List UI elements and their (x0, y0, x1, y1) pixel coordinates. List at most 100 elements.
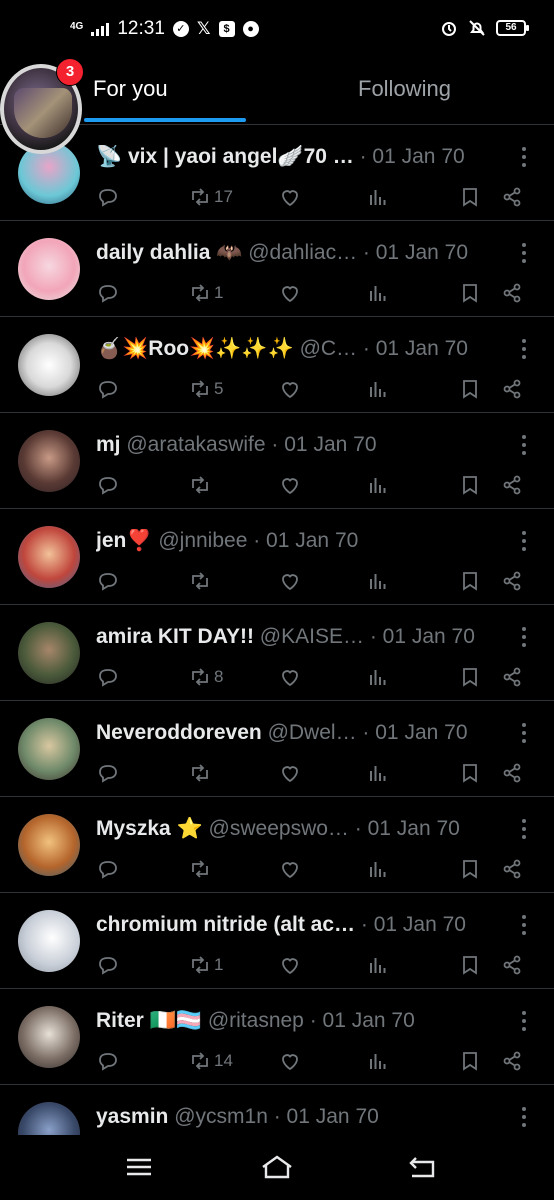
display-name[interactable]: daily dahlia 🦇 (96, 241, 242, 264)
reply-icon[interactable] (96, 185, 120, 209)
display-name[interactable]: jen❣️ (96, 529, 153, 552)
bookmark-icon[interactable] (458, 377, 482, 401)
display-name[interactable]: Riter 🇮🇪🏳️‍⚧️ (96, 1009, 202, 1032)
share-icon[interactable] (500, 185, 524, 209)
post-item[interactable]: 📡 vix | yaoi angel🪽70 … · 01 Jan 70 17 (0, 125, 554, 221)
more-options-icon[interactable] (522, 531, 528, 551)
home-icon[interactable] (259, 1153, 295, 1181)
reply-icon[interactable] (96, 473, 120, 497)
like-icon[interactable] (278, 665, 302, 689)
display-name[interactable]: 🧉💥Roo💥✨✨✨ (96, 337, 294, 360)
avatar[interactable] (18, 718, 80, 780)
avatar[interactable] (18, 526, 80, 588)
views-icon[interactable] (366, 281, 390, 305)
like-icon[interactable] (278, 761, 302, 785)
repost-icon[interactable] (188, 569, 214, 593)
more-options-icon[interactable] (522, 819, 528, 839)
repost-icon[interactable]: 17 (188, 185, 233, 209)
repost-icon[interactable] (188, 473, 214, 497)
share-icon[interactable] (500, 857, 524, 881)
views-icon[interactable] (366, 1049, 390, 1073)
share-icon[interactable] (500, 569, 524, 593)
menu-icon[interactable] (121, 1153, 157, 1181)
bookmark-icon[interactable] (458, 281, 482, 305)
reply-icon[interactable] (96, 857, 120, 881)
share-icon[interactable] (500, 761, 524, 785)
display-name[interactable]: Myszka ⭐ (96, 817, 203, 840)
display-name[interactable]: 📡 vix | yaoi angel🪽70 … (96, 145, 354, 168)
repost-icon[interactable]: 1 (188, 281, 223, 305)
reply-icon[interactable] (96, 761, 120, 785)
share-icon[interactable] (500, 377, 524, 401)
views-icon[interactable] (366, 857, 390, 881)
avatar[interactable] (18, 622, 80, 684)
repost-icon[interactable] (188, 761, 214, 785)
post-item[interactable]: mj @aratakaswife · 01 Jan 70 (0, 413, 554, 509)
reply-icon[interactable] (96, 665, 120, 689)
more-options-icon[interactable] (522, 1011, 528, 1031)
repost-icon[interactable]: 8 (188, 665, 223, 689)
back-icon[interactable] (404, 1153, 440, 1181)
share-icon[interactable] (500, 473, 524, 497)
repost-icon[interactable]: 14 (188, 1049, 233, 1073)
display-name[interactable]: Neveroddoreven (96, 721, 262, 744)
repost-icon[interactable]: 1 (188, 953, 223, 977)
display-name[interactable]: mj (96, 433, 121, 456)
reply-icon[interactable] (96, 569, 120, 593)
share-icon[interactable] (500, 1049, 524, 1073)
post-item[interactable]: chromium nitride (alt ac… · 01 Jan 70 1 (0, 893, 554, 989)
post-item[interactable]: Neveroddoreven @Dwel… · 01 Jan 70 (0, 701, 554, 797)
post-item[interactable]: Myszka ⭐ @sweepswo… · 01 Jan 70 (0, 797, 554, 893)
bookmark-icon[interactable] (458, 185, 482, 209)
bookmark-icon[interactable] (458, 857, 482, 881)
avatar[interactable] (18, 910, 80, 972)
share-icon[interactable] (500, 665, 524, 689)
like-icon[interactable] (278, 473, 302, 497)
more-options-icon[interactable] (522, 243, 528, 263)
reply-icon[interactable] (96, 953, 120, 977)
views-icon[interactable] (366, 377, 390, 401)
bookmark-icon[interactable] (458, 953, 482, 977)
more-options-icon[interactable] (522, 1107, 528, 1127)
bookmark-icon[interactable] (458, 1049, 482, 1073)
share-icon[interactable] (500, 281, 524, 305)
like-icon[interactable] (278, 377, 302, 401)
post-item[interactable]: daily dahlia 🦇 @dahliac… · 01 Jan 70 1 (0, 221, 554, 317)
bookmark-icon[interactable] (458, 569, 482, 593)
like-icon[interactable] (278, 953, 302, 977)
repost-icon[interactable]: 5 (188, 377, 223, 401)
more-options-icon[interactable] (522, 435, 528, 455)
tab-for-you[interactable]: For you (93, 76, 168, 102)
post-item[interactable]: 🧉💥Roo💥✨✨✨ @C… · 01 Jan 70 5 (0, 317, 554, 413)
views-icon[interactable] (366, 569, 390, 593)
bookmark-icon[interactable] (458, 761, 482, 785)
post-item[interactable]: Riter 🇮🇪🏳️‍⚧️ @ritasnep · 01 Jan 70 14 (0, 989, 554, 1085)
avatar[interactable] (18, 238, 80, 300)
more-options-icon[interactable] (522, 723, 528, 743)
avatar[interactable] (18, 814, 80, 876)
like-icon[interactable] (278, 281, 302, 305)
like-icon[interactable] (278, 857, 302, 881)
post-item[interactable]: amira KIT DAY!! @KAISE… · 01 Jan 70 8 (0, 605, 554, 701)
avatar[interactable] (18, 334, 80, 396)
display-name[interactable]: chromium nitride (alt ac… (96, 913, 355, 936)
like-icon[interactable] (278, 1049, 302, 1073)
views-icon[interactable] (366, 473, 390, 497)
timeline-feed[interactable]: 📡 vix | yaoi angel🪽70 … · 01 Jan 70 17 d… (0, 125, 554, 1135)
more-options-icon[interactable] (522, 915, 528, 935)
repost-icon[interactable] (188, 857, 214, 881)
more-options-icon[interactable] (522, 339, 528, 359)
display-name[interactable]: amira KIT DAY!! (96, 625, 254, 648)
bookmark-icon[interactable] (458, 473, 482, 497)
post-item[interactable]: jen❣️ @jnnibee · 01 Jan 70 (0, 509, 554, 605)
avatar[interactable] (18, 430, 80, 492)
more-options-icon[interactable] (522, 627, 528, 647)
tab-following[interactable]: Following (358, 76, 451, 102)
views-icon[interactable] (366, 185, 390, 209)
bookmark-icon[interactable] (458, 665, 482, 689)
like-icon[interactable] (278, 569, 302, 593)
reply-icon[interactable] (96, 377, 120, 401)
reply-icon[interactable] (96, 281, 120, 305)
like-icon[interactable] (278, 185, 302, 209)
views-icon[interactable] (366, 953, 390, 977)
